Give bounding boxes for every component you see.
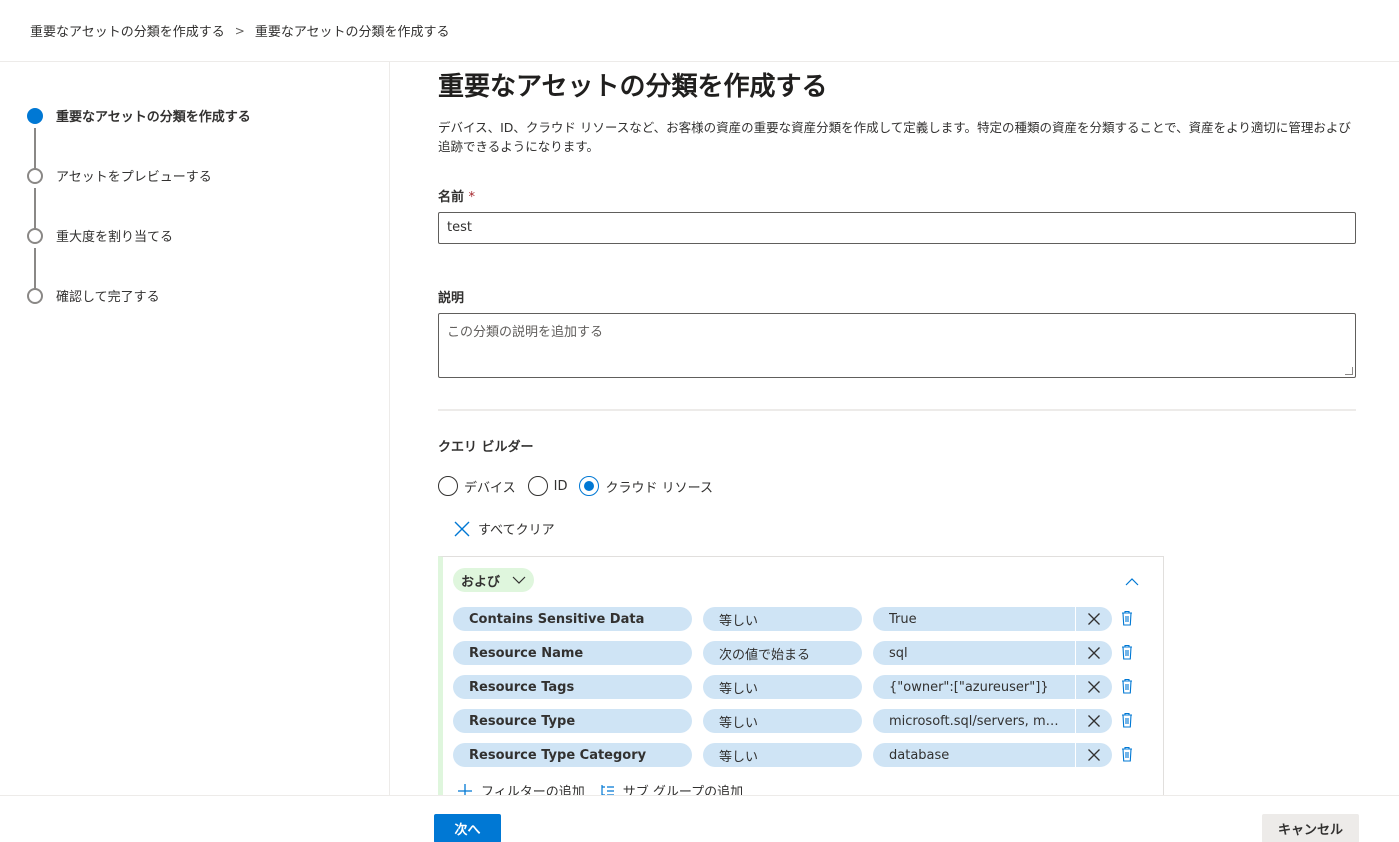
delete-condition-button[interactable] [1121,610,1133,630]
wizard-step-create[interactable]: 重要なアセットの分類を作成する [27,106,251,125]
breadcrumb: 重要なアセットの分類を作成する > 重要なアセットの分類を作成する [0,0,1399,62]
clear-all-button[interactable]: すべてクリア [454,519,555,538]
breadcrumb-item-2: 重要なアセットの分類を作成する [254,25,450,40]
cancel-button[interactable]: キャンセル [1262,814,1359,842]
query-group: および Contains Sensitive Data 等しい True Res… [438,556,1164,796]
asset-type-radio-group: デバイス ID クラウド リソース [438,476,725,496]
add-actions: フィルターの追加 サブ グループの追加 [457,781,757,796]
delete-condition-button[interactable] [1121,746,1133,766]
close-icon [1088,715,1100,727]
close-icon [1088,749,1100,761]
section-divider [438,409,1356,411]
radio-circle-icon [438,476,458,496]
condition-value-text: {"owner":["azureuser"]} [889,679,1049,695]
wizard-sidebar: 重要なアセットの分類を作成する アセットをプレビューする 重大度を割り当てる 確… [0,62,390,796]
name-label-text: 名前 [438,190,465,205]
wizard-step-severity[interactable]: 重大度を割り当てる [27,226,173,245]
condition-value[interactable]: microsoft.sql/servers, microsoft.sql/ser… [873,709,1075,733]
footer-bar: 次へ キャンセル [0,795,1399,842]
clear-value-button[interactable] [1076,675,1112,699]
condition-field[interactable]: Contains Sensitive Data [453,607,692,631]
add-filter-label: フィルターの追加 [481,785,585,796]
step-pending-icon [27,167,43,184]
breadcrumb-separator: > [234,23,245,38]
plus-icon [458,783,472,796]
name-input[interactable]: test [438,212,1356,244]
condition-value-text: database [889,747,950,763]
clear-value-button[interactable] [1076,641,1112,665]
condition-value-text: sql [889,645,908,661]
close-icon [1088,681,1100,693]
wizard-step-review[interactable]: 確認して完了する [27,286,160,305]
radio-checked-icon [579,476,600,496]
radio-cloud-resource[interactable]: クラウド リソース [579,476,713,496]
chevron-down-icon [512,576,526,584]
condition-value[interactable]: True [873,607,1075,631]
delete-condition-button[interactable] [1121,712,1133,732]
clear-value-button[interactable] [1076,607,1112,631]
condition-value-text: True [889,611,917,627]
clear-value-button[interactable] [1076,743,1112,767]
query-builder-title: クエリ ビルダー [438,440,534,455]
delete-condition-button[interactable] [1121,644,1133,664]
condition-value[interactable]: sql [873,641,1075,665]
condition-value[interactable]: {"owner":["azureuser"]} [873,675,1075,699]
radio-label: ID [553,478,568,494]
condition-operator[interactable]: 次の値で始まる [703,641,862,665]
condition-field[interactable]: Resource Name [453,641,692,665]
page-title: 重要なアセットの分類を作成する [438,72,828,102]
group-operator-dropdown[interactable]: および [453,568,535,592]
add-subgroup-label: サブ グループの追加 [622,785,744,796]
wizard-step-label: 確認して完了する [56,290,160,305]
delete-condition-button[interactable] [1121,678,1133,698]
radio-device[interactable]: デバイス [438,476,516,496]
add-filter-button[interactable]: フィルターの追加 [457,781,585,796]
close-icon [454,521,470,536]
radio-label: デバイス [464,480,516,496]
step-pending-icon [27,227,43,244]
condition-field[interactable]: Resource Type Category [453,743,692,767]
radio-circle-icon [527,476,548,496]
condition-operator[interactable]: 等しい [703,675,862,699]
add-subgroup-button[interactable]: サブ グループの追加 [599,781,743,796]
description-label: 説明 [438,291,465,306]
description-textarea[interactable]: この分類の説明を追加する [438,313,1356,378]
clear-all-label: すべてクリア [478,523,555,538]
close-icon [1088,647,1100,659]
close-icon [1088,613,1100,625]
condition-value-text: microsoft.sql/servers, microsoft.sql/ser… [889,713,1075,729]
subgroup-icon [601,784,614,796]
required-marker: * [468,190,476,205]
group-operator-label: および [461,574,501,590]
condition-value[interactable]: database [873,743,1075,767]
page-description: デバイス、ID、クラウド リソースなど、お客様の資産の重要な資産分類を作成して定… [438,120,1351,154]
wizard-step-preview[interactable]: アセットをプレビューする [27,166,212,185]
collapse-group-button[interactable] [1125,571,1139,590]
trash-icon [1122,746,1132,762]
step-pending-icon [27,287,43,304]
wizard-step-label: アセットをプレビューする [56,170,212,185]
trash-icon [1122,712,1132,728]
name-label: 名前 * [438,186,475,205]
condition-field[interactable]: Resource Tags [453,675,692,699]
description-placeholder: この分類の説明を追加する [447,325,604,340]
resize-grip-icon[interactable] [1345,367,1353,375]
wizard-step-label: 重要なアセットの分類を作成する [56,110,251,125]
step-active-icon [27,107,43,124]
wizard-step-label: 重大度を割り当てる [56,230,174,245]
trash-icon [1122,610,1132,626]
chevron-up-icon [1125,578,1139,586]
condition-field[interactable]: Resource Type [453,709,692,733]
trash-icon [1122,678,1132,694]
condition-operator[interactable]: 等しい [703,743,862,767]
condition-operator[interactable]: 等しい [703,607,862,631]
breadcrumb-item-1[interactable]: 重要なアセットの分類を作成する [30,21,225,40]
main-content: 重要なアセットの分類を作成する デバイス、ID、クラウド リソースなど、お客様の… [390,62,1399,796]
next-button[interactable]: 次へ [434,814,501,842]
clear-value-button[interactable] [1076,709,1112,733]
condition-operator[interactable]: 等しい [703,709,862,733]
radio-identity[interactable]: ID [527,476,568,496]
trash-icon [1122,644,1132,660]
radio-label: クラウド リソース [605,480,713,496]
